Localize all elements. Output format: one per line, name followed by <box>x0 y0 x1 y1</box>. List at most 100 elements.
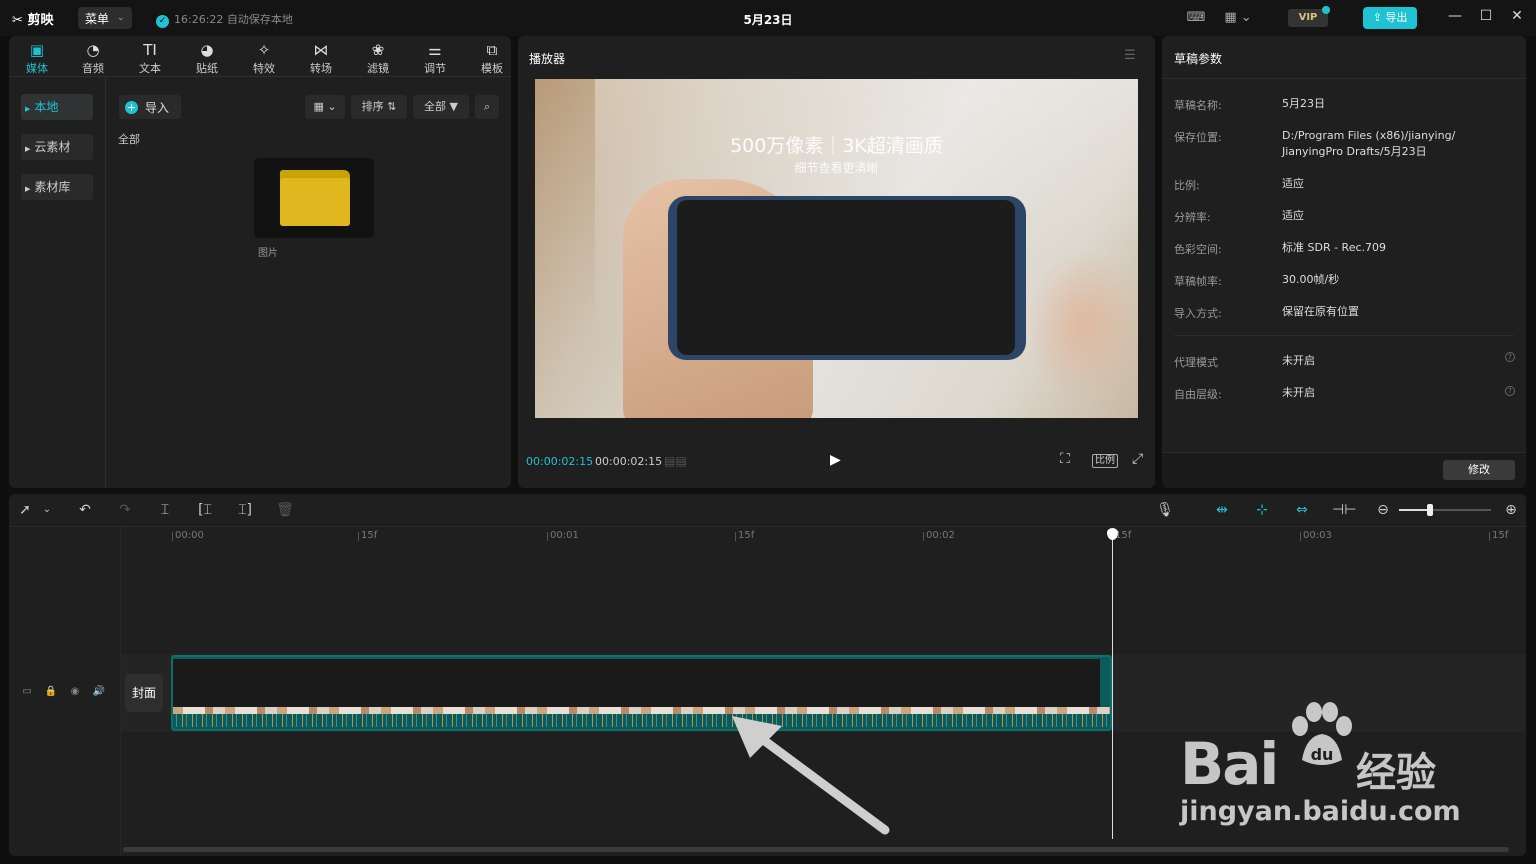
ruler-label: 00:02 <box>926 530 955 541</box>
help-icon[interactable]: ? <box>1505 386 1515 396</box>
tab-sticker[interactable]: ◕ 贴纸 <box>179 40 235 76</box>
link-icon[interactable]: ⊹ <box>1252 502 1272 518</box>
prop-value: 适应 <box>1282 177 1304 190</box>
tab-filter[interactable]: ❀ 滤镜 <box>350 40 406 76</box>
delete-icon: 🗑 <box>276 502 294 518</box>
video-preview[interactable]: 500万像素｜3K超清画质 细节查看更清晰 <box>535 79 1138 418</box>
watermark-url: jingyan.baidu.com <box>1180 796 1461 827</box>
trim-left-icon[interactable]: [⌶ <box>195 502 215 518</box>
audio-icon: ◔ <box>86 41 100 59</box>
side-item-cloud[interactable]: ▶ 云素材 <box>21 134 93 160</box>
maximize-icon[interactable]: ☐ <box>1477 8 1495 26</box>
clip-waveform <box>173 714 1110 727</box>
search-button[interactable]: ⌕ <box>475 95 499 119</box>
svg-text:du: du <box>1311 745 1334 764</box>
tab-audio[interactable]: ◔ 音频 <box>65 40 121 76</box>
tab-media[interactable]: ▣ 媒体 <box>9 40 65 76</box>
video-headline: 500万像素｜3K超清画质 <box>730 135 943 157</box>
lock-icon[interactable]: 🔒 <box>43 686 59 697</box>
watermark-jingyan: 经验 <box>1356 750 1436 796</box>
ruler-label: 15f <box>1492 530 1509 541</box>
prop-key: 草稿帧率: <box>1174 275 1222 288</box>
tab-text[interactable]: TI 文本 <box>122 40 178 76</box>
triangle-right-icon: ▶ <box>25 145 31 153</box>
divider <box>9 526 1526 527</box>
fullscreen-icon[interactable]: ⤢ <box>1132 451 1143 467</box>
snapshot-icon[interactable]: ⛶ <box>1060 451 1070 467</box>
prop-key: 草稿名称: <box>1174 99 1222 112</box>
ratio-button[interactable]: 比例 <box>1092 454 1118 468</box>
media-panel: ▣ 媒体 ◔ 音频 TI 文本 ◕ 贴纸 ✧ 特效 ⋈ 转场 ❀ 滤镜 ⚌ 调节 ⧉ 模板 ▶ 本地… <box>9 36 511 488</box>
annotation-arrow <box>732 716 890 835</box>
ruler-label: 00:00 <box>175 530 204 541</box>
preview-axis-icon[interactable]: ⇔ <box>1292 502 1312 518</box>
track-video-icon[interactable]: ▭ <box>19 686 35 697</box>
side-item-local[interactable]: ▶ 本地 <box>21 94 93 120</box>
video-subline: 细节查看更清晰 <box>794 161 879 175</box>
cover-button[interactable]: 封面 <box>125 674 163 712</box>
zoom-out-icon[interactable]: ⊖ <box>1373 502 1393 518</box>
prop-key: 自由层级: <box>1174 388 1222 401</box>
zoom-slider-knob[interactable] <box>1427 504 1433 516</box>
zoom-in-icon[interactable]: ⊕ <box>1501 502 1521 518</box>
search-icon: ⌕ <box>483 100 491 113</box>
help-icon[interactable]: ? <box>1505 352 1515 362</box>
side-item-library[interactable]: ▶ 素材库 <box>21 174 93 200</box>
grid-icon[interactable]: ▤▤ <box>664 454 687 468</box>
divider <box>9 76 511 77</box>
prop-value: 5月23日 <box>1282 97 1325 110</box>
total-time: 00:00:02:15 <box>595 455 663 468</box>
clip-filmstrip <box>173 707 1110 714</box>
minimize-icon[interactable]: — <box>1446 8 1464 26</box>
view-mode-button[interactable]: ▦ ⌄ <box>305 95 345 119</box>
divider <box>105 77 106 488</box>
filter-button[interactable]: 全部 ▼ <box>413 95 469 119</box>
import-button[interactable]: + 导入 <box>119 95 181 119</box>
ruler-label: 15f <box>738 530 755 541</box>
sticker-icon: ◕ <box>200 41 214 59</box>
close-icon[interactable]: ✕ <box>1508 8 1526 26</box>
eye-icon[interactable]: ◉ <box>67 686 83 697</box>
select-tool-icon[interactable]: ➚ <box>15 502 35 518</box>
tab-effects[interactable]: ✧ 特效 <box>236 40 292 76</box>
prop-key: 导入方式: <box>1174 307 1222 320</box>
tab-transition[interactable]: ⋈ 转场 <box>293 40 349 76</box>
keyboard-icon[interactable]: ⌨ <box>1186 10 1206 26</box>
folder-label: 图片 <box>258 248 278 259</box>
play-icon[interactable]: ▶ <box>830 452 841 468</box>
grid-view-icon: ▦ ⌄ <box>313 100 337 113</box>
export-button[interactable]: ⇪ 导出 <box>1363 7 1417 29</box>
prop-key: 比例: <box>1174 179 1200 192</box>
volume-icon[interactable]: 🔊 <box>91 686 107 697</box>
undo-icon[interactable]: ↶ <box>75 502 95 518</box>
player-panel: 播放器 ☰ 500万像素｜3K超清画质 细节查看更清晰 00:00:02:15 … <box>518 36 1155 488</box>
layout-icon[interactable]: ▦ ⌄ <box>1222 10 1254 26</box>
ruler-label: 00:01 <box>550 530 579 541</box>
folder-item[interactable] <box>254 158 374 238</box>
transition-icon: ⋈ <box>313 41 329 59</box>
sort-button[interactable]: 排序 ⇅ <box>351 95 407 119</box>
tab-template[interactable]: ⧉ 模板 <box>464 40 520 76</box>
export-icon: ⇪ <box>1372 11 1382 24</box>
divider <box>1162 78 1526 79</box>
hamburger-menu-icon[interactable]: ☰ <box>1124 48 1136 63</box>
split-icon[interactable]: ⌶ <box>155 502 175 518</box>
props-title: 草稿参数 <box>1174 52 1223 66</box>
modify-button[interactable]: 修改 <box>1443 460 1515 480</box>
align-icon[interactable]: ⊣⊢ <box>1332 502 1356 518</box>
funnel-icon: ▼ <box>449 100 458 113</box>
trim-right-icon[interactable]: ⌶] <box>235 502 255 518</box>
playhead[interactable] <box>1112 531 1113 839</box>
draft-properties-panel: 草稿参数 草稿名称: 5月23日 保存位置: D:/Program Files … <box>1162 36 1526 488</box>
magnet-snap-icon[interactable]: ⇹ <box>1212 502 1232 518</box>
chevron-down-icon[interactable]: ⌄ <box>37 504 57 515</box>
notification-dot <box>1322 6 1330 14</box>
tab-adjust[interactable]: ⚌ 调节 <box>407 40 463 76</box>
microphone-icon[interactable]: 🎙 <box>1155 502 1175 518</box>
horizontal-scrollbar[interactable] <box>123 847 1509 852</box>
plus-icon: + <box>125 100 138 114</box>
player-title: 播放器 <box>529 52 566 66</box>
filter-icon: ❀ <box>371 41 385 59</box>
adjust-icon: ⚌ <box>428 41 442 59</box>
ruler-label: 15f <box>361 530 378 541</box>
